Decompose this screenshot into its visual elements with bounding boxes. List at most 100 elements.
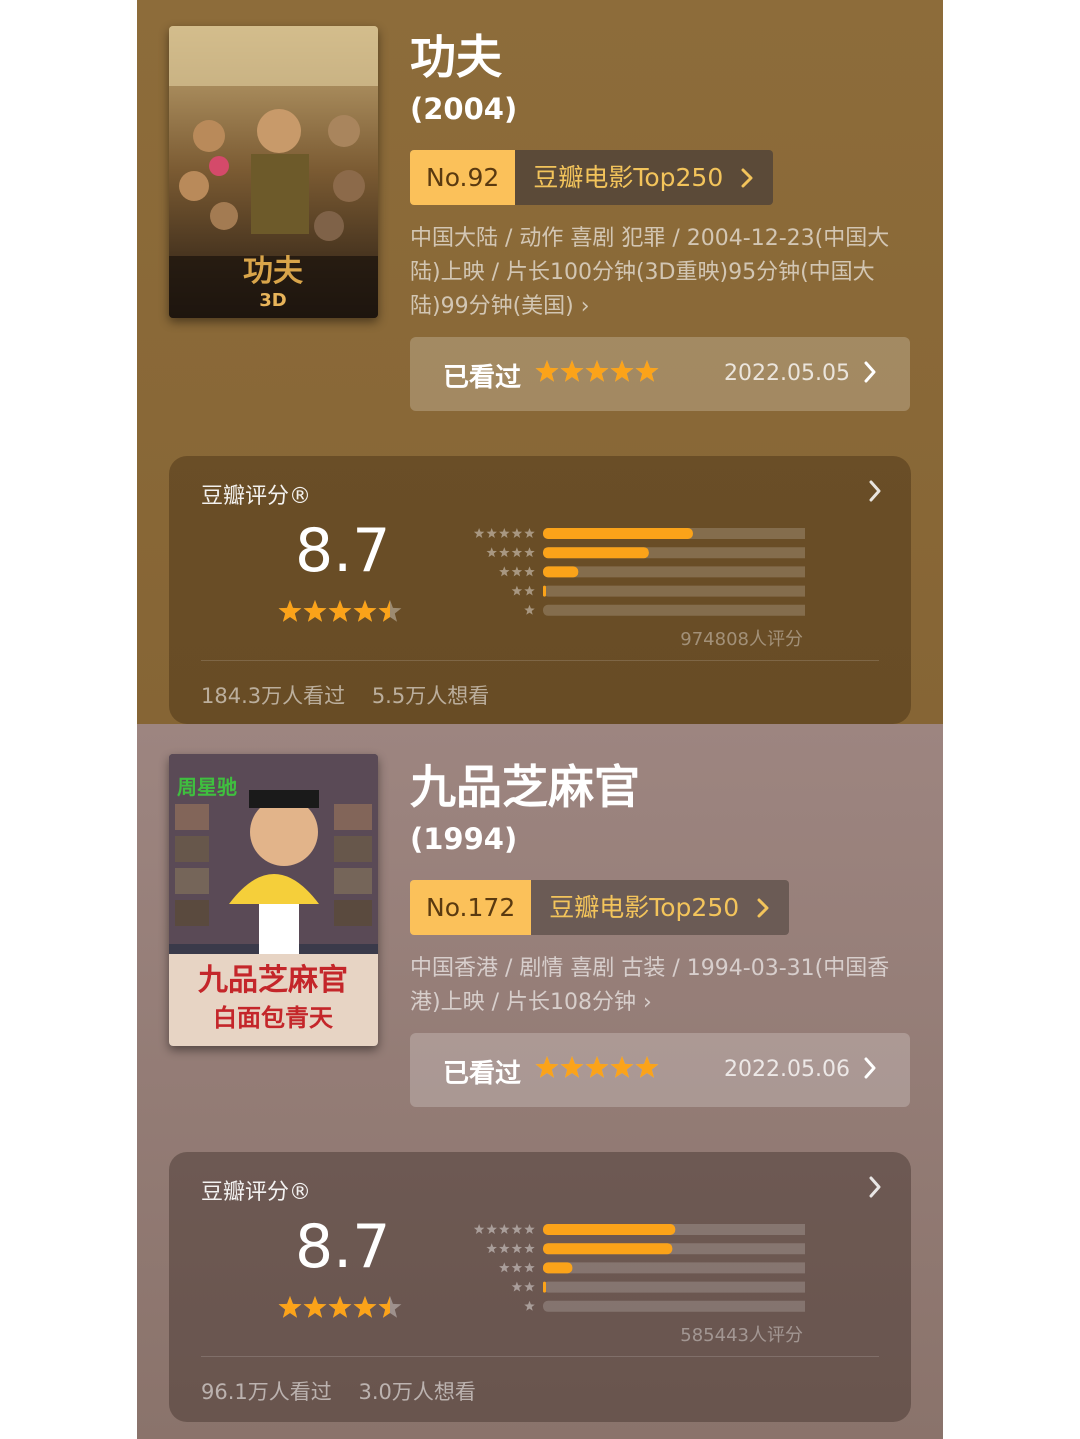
svg-text:九品芝麻官: 九品芝麻官 [198, 963, 348, 998]
star-full-icon [610, 360, 634, 382]
rating-stars [278, 1296, 402, 1318]
poster-image[interactable]: 周星驰 九品芝麻官 白面包青天 [169, 754, 378, 1046]
distribution-star-icon [524, 1243, 535, 1254]
distribution-star-icon [524, 547, 535, 558]
distribution-star-icon [511, 1281, 523, 1292]
distribution-bar-fill [543, 1262, 573, 1274]
distribution-star-icon [524, 1262, 535, 1273]
rank-list-label: 豆瓣电影Top250 [549, 893, 740, 922]
distribution-star-icon [524, 1281, 535, 1292]
distribution-star-icon [511, 1243, 523, 1254]
chevron-right-icon [864, 361, 876, 383]
star-full-icon [635, 1056, 659, 1078]
distribution-star-icon [499, 566, 510, 577]
star-full-icon [278, 1296, 302, 1318]
rating-label: 豆瓣评分® [201, 484, 312, 509]
movie-section-jiupin: 周星驰 九品芝麻官 白面包青天 九品芝麻官 (1994) No.172 豆瓣电影… [137, 724, 943, 1439]
rating-score: 8.7 [295, 516, 391, 586]
voter-count: 585443人评分 [680, 1325, 803, 1346]
movie-info[interactable]: 中国大陆 / 动作 喜剧 犯罪 / 2004-12-23(中国大陆)上映 / 片… [410, 222, 900, 324]
rating-label: 豆瓣评分® [201, 1180, 312, 1205]
want-count: 3.0万人想看 [358, 1380, 476, 1404]
rank-number: No.172 [410, 880, 532, 935]
divider [201, 660, 879, 661]
chevron-right-icon [757, 898, 769, 917]
rating-score: 8.7 [295, 1212, 391, 1282]
distribution-star-icon [473, 528, 485, 538]
distribution-star-icon [511, 1224, 523, 1234]
divider [201, 1356, 879, 1357]
distribution-star-icon [524, 528, 535, 538]
rating-distribution [473, 1224, 805, 1312]
chevron-right-icon [864, 1057, 876, 1079]
svg-text:功夫: 功夫 [243, 254, 304, 289]
distribution-star-icon [511, 585, 523, 596]
distribution-bar-fill [543, 1224, 676, 1235]
distribution-bar-fill [543, 547, 649, 559]
distribution-star-icon [486, 547, 497, 558]
star-full-icon [560, 360, 584, 382]
douban-rating-card[interactable]: 豆瓣评分® 8.7 585443人评分 96.1万人看过 3.0万人想看 [169, 1152, 911, 1422]
rank-number: No.92 [410, 150, 516, 205]
top250-rank-badge[interactable]: No.92 豆瓣电影Top250 [410, 150, 774, 205]
watched-label: 已看过 [443, 363, 522, 393]
distribution-bar-fill [543, 585, 546, 597]
watch-counts: 96.1万人看过 3.0万人想看 [201, 1376, 496, 1406]
svg-text:周星驰: 周星驰 [177, 775, 237, 799]
star-full-icon [303, 600, 327, 622]
distribution-bar-track [543, 585, 805, 597]
star-full-icon [610, 1056, 634, 1078]
seen-count: 184.3万人看过 [201, 684, 346, 708]
distribution-star-icon [511, 528, 523, 538]
star-full-icon [353, 1296, 377, 1318]
distribution-bar-track [543, 1262, 805, 1274]
watched-date: 2022.05.06 [724, 1057, 850, 1082]
rank-list-name: 豆瓣电影Top250 [515, 150, 774, 205]
watched-status-bar[interactable]: 已看过 2022.05.06 [410, 1033, 910, 1107]
star-full-icon [328, 600, 352, 622]
svg-text:3D: 3D [259, 290, 286, 311]
my-rating-stars [535, 1056, 659, 1078]
watched-status-bar[interactable]: 已看过 2022.05.05 [410, 337, 910, 411]
movie-title: 九品芝麻官 [410, 760, 640, 814]
distribution-bar-fill [543, 566, 579, 578]
movie-year: (2004) [410, 92, 518, 126]
watched-label: 已看过 [443, 1059, 522, 1089]
distribution-bar-track [543, 604, 805, 616]
star-full-icon [560, 1056, 584, 1078]
distribution-star-icon [511, 547, 523, 558]
star-full-icon [535, 360, 559, 382]
chevron-right-icon [741, 168, 753, 187]
distribution-star-icon [486, 1243, 497, 1254]
distribution-bar-fill [543, 1281, 546, 1293]
my-rating-stars [535, 360, 659, 382]
chevron-right-icon [869, 480, 881, 502]
distribution-bar-fill [543, 528, 693, 539]
distribution-star-icon [486, 528, 497, 538]
svg-text:白面包青天: 白面包青天 [213, 1003, 333, 1032]
movie-year: (1994) [410, 822, 518, 856]
rank-list-label: 豆瓣电影Top250 [533, 163, 724, 192]
movie-info[interactable]: 中国香港 / 剧情 喜剧 古装 / 1994-03-31(中国香港)上映 / 片… [410, 952, 900, 1020]
star-full-icon [328, 1296, 352, 1318]
star-full-icon [278, 600, 302, 622]
star-full-icon [585, 1056, 609, 1078]
top250-rank-badge[interactable]: No.172 豆瓣电影Top250 [410, 880, 790, 935]
rank-list-name: 豆瓣电影Top250 [531, 880, 790, 935]
poster-image[interactable]: 功夫 3D [169, 26, 378, 318]
rating-distribution [473, 528, 805, 616]
want-count: 5.5万人想看 [371, 684, 490, 708]
star-full-icon [585, 360, 609, 382]
distribution-star-icon [499, 1262, 510, 1273]
distribution-bar-fill [543, 1243, 673, 1255]
chevron-right-icon [869, 1176, 881, 1198]
douban-rating-card[interactable]: 豆瓣评分® 8.7 974808人评分 184.3万人看过 5.5万人想看 [169, 456, 911, 724]
poster-art: 周星驰 九品芝麻官 白面包青天 [169, 754, 378, 1046]
movie-section-kungfu: 功夫 3D 功夫 (2004) No.92 豆瓣电影Top250 中国大陆 / … [137, 0, 943, 724]
rating-stars [278, 600, 402, 622]
movie-list: 功夫 3D 功夫 (2004) No.92 豆瓣电影Top250 中国大陆 / … [137, 0, 943, 1439]
distribution-bar-track [543, 566, 805, 578]
distribution-star-icon [524, 1300, 535, 1311]
seen-count: 96.1万人看过 [201, 1380, 332, 1404]
distribution-star-icon [486, 1224, 497, 1234]
